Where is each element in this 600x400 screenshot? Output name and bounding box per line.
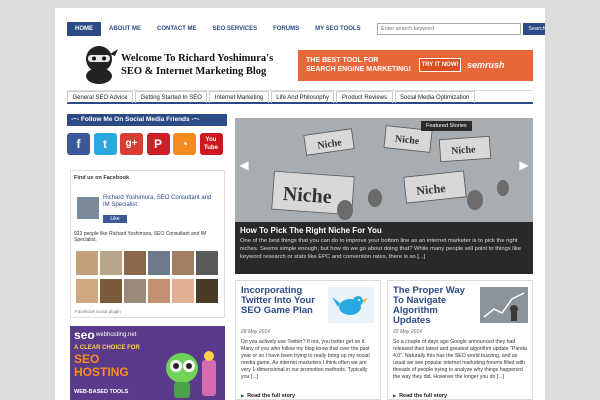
fb-fan-avatar[interactable] bbox=[196, 251, 218, 275]
post-date: 28 May 2014 bbox=[241, 329, 270, 335]
read-more-link[interactable]: Read the full story bbox=[241, 393, 295, 399]
post-excerpt: Do you actively use Twitter? If not, you… bbox=[241, 339, 370, 380]
ad-cta-button[interactable]: TRY IT NOW! bbox=[419, 58, 461, 72]
fb-fan-avatar[interactable] bbox=[100, 278, 122, 303]
nav-forums[interactable]: FORUMS bbox=[265, 22, 307, 36]
seo-hosting-domain: webhosting.net bbox=[96, 332, 137, 338]
search-input[interactable] bbox=[377, 23, 521, 35]
nav-about-me[interactable]: ABOUT ME bbox=[101, 22, 149, 36]
fb-fan-avatar[interactable] bbox=[148, 278, 170, 303]
category-nav: General SEO Advice Getting Started In SE… bbox=[67, 90, 533, 104]
ninja-logo-icon[interactable] bbox=[79, 42, 119, 84]
seo-hosting-headline: SEO HOSTING bbox=[74, 352, 129, 379]
site-title-line-2: SEO & Internet Marketing Blog bbox=[121, 66, 267, 77]
post-title[interactable]: The Proper Way To Navigate Algorithm Upd… bbox=[393, 286, 473, 326]
niche-signs-image: Niche Niche Niche Niche Niche bbox=[235, 118, 533, 222]
fb-fan-avatar[interactable] bbox=[76, 251, 98, 275]
post-card: Incorporating Twitter Into Your SEO Game… bbox=[235, 280, 381, 400]
fb-fan-avatar[interactable] bbox=[172, 278, 194, 303]
fb-social-plugin-label[interactable]: Facebook social plugin bbox=[75, 309, 121, 314]
post-date: 23 May 2014 bbox=[393, 329, 422, 335]
featured-title[interactable]: How To Pick The Right Niche For You bbox=[240, 226, 382, 235]
cat-internet-marketing[interactable]: Internet Marketing bbox=[209, 91, 269, 103]
seo-hosting-ad[interactable]: seo webhosting.net A CLEAR CHOICE FOR SE… bbox=[70, 326, 225, 400]
fb-like-button[interactable]: Like bbox=[103, 215, 127, 223]
facebook-like-box: Find us on Facebook Richard Yoshimura, S… bbox=[70, 170, 225, 318]
page: HOME ABOUT ME CONTACT ME SEO SERVICES FO… bbox=[55, 8, 545, 400]
google-plus-icon[interactable]: g+ bbox=[120, 133, 143, 155]
seo-hosting-tail: WEB-BASED TOOLS bbox=[74, 389, 129, 395]
facebook-icon[interactable]: f bbox=[67, 133, 90, 155]
featured-slider[interactable]: Niche Niche Niche Niche Niche Featured S… bbox=[235, 118, 533, 274]
featured-caption: How To Pick The Right Niche For You One … bbox=[235, 222, 533, 274]
slider-next-arrow-icon[interactable]: ▶ bbox=[519, 156, 529, 174]
fb-fan-avatar[interactable] bbox=[76, 278, 98, 303]
header-ad-banner[interactable]: THE BEST TOOL FOR SEARCH ENGINE MARKETIN… bbox=[298, 50, 533, 81]
fb-fan-avatar[interactable] bbox=[148, 251, 170, 275]
top-nav: HOME ABOUT ME CONTACT ME SEO SERVICES FO… bbox=[67, 22, 369, 36]
seo-hosting-tagline: A CLEAR CHOICE FOR bbox=[74, 345, 140, 351]
youtube-icon[interactable]: You Tube bbox=[199, 133, 223, 155]
seo-hosting-brand: seo bbox=[74, 328, 95, 342]
algorithm-chart-image[interactable] bbox=[480, 287, 528, 323]
fb-fan-avatar[interactable] bbox=[196, 278, 218, 303]
nav-my-seo-tools[interactable]: MY SEO TOOLS bbox=[307, 22, 368, 36]
post-title[interactable]: Incorporating Twitter Into Your SEO Game… bbox=[241, 286, 321, 316]
fb-fan-avatar[interactable] bbox=[100, 251, 122, 275]
nav-seo-services[interactable]: SEO SERVICES bbox=[205, 22, 266, 36]
cat-life-philosophy[interactable]: Life And Philosophy bbox=[270, 91, 335, 103]
ad-brand-logo: semrush bbox=[467, 60, 505, 70]
featured-excerpt: One of the best things that you can do t… bbox=[240, 238, 521, 260]
svg-text:Niche: Niche bbox=[282, 183, 332, 208]
nav-contact-me[interactable]: CONTACT ME bbox=[149, 22, 205, 36]
fb-fans-grid bbox=[76, 251, 224, 303]
cat-social-media-optimization[interactable]: Social Media Optimization bbox=[394, 91, 475, 103]
post-excerpt: So a couple of days ago Google announced… bbox=[393, 339, 527, 380]
twitter-icon[interactable]: t bbox=[93, 133, 117, 155]
nav-home[interactable]: HOME bbox=[67, 22, 101, 36]
fb-page-avatar[interactable] bbox=[77, 197, 99, 219]
fb-like-count: 923 people like Richard Yoshimura, SEO C… bbox=[74, 231, 207, 243]
site-title-line-1: Welcome To Richard Yoshimura's bbox=[121, 53, 274, 64]
cat-getting-started[interactable]: Getting Started In SEO bbox=[135, 91, 208, 103]
cat-general-seo-advice[interactable]: General SEO Advice bbox=[67, 91, 134, 103]
robot-mascot-icon bbox=[166, 351, 216, 398]
search-button[interactable]: Search bbox=[523, 23, 545, 35]
svg-text:Niche: Niche bbox=[451, 144, 477, 157]
slider-prev-arrow-icon[interactable]: ◀ bbox=[239, 156, 249, 174]
ad-line-1: THE BEST TOOL FOR bbox=[306, 57, 379, 64]
social-icons: f t g+ P ◔ You Tube bbox=[67, 133, 227, 167]
ad-headline: THE BEST TOOL FOR SEARCH ENGINE MARKETIN… bbox=[306, 57, 411, 74]
fb-fan-avatar[interactable] bbox=[172, 251, 194, 275]
fb-box-header: Find us on Facebook bbox=[74, 175, 130, 181]
ad-line-2: SEARCH ENGINE MARKETING! bbox=[306, 65, 412, 73]
site-title[interactable]: Welcome To Richard Yoshimura's SEO & Int… bbox=[121, 52, 301, 78]
post-card: The Proper Way To Navigate Algorithm Upd… bbox=[387, 280, 533, 400]
fb-fan-avatar[interactable] bbox=[124, 278, 146, 303]
rss-icon[interactable]: ◔ bbox=[173, 133, 196, 155]
read-more-link[interactable]: Read the full story bbox=[393, 393, 447, 399]
twitter-bird-icon[interactable] bbox=[328, 287, 374, 323]
cat-product-reviews[interactable]: Product Reviews bbox=[336, 91, 393, 103]
fb-fan-avatar[interactable] bbox=[124, 251, 146, 275]
pinterest-icon[interactable]: P bbox=[146, 133, 170, 155]
featured-stories-label: Featured Stories bbox=[421, 121, 472, 131]
fb-page-name[interactable]: Richard Yoshimura, SEO Consultant and IM… bbox=[103, 195, 213, 209]
follow-widget-title: -~- Follow Me On Social Media Friends -~… bbox=[67, 114, 227, 126]
